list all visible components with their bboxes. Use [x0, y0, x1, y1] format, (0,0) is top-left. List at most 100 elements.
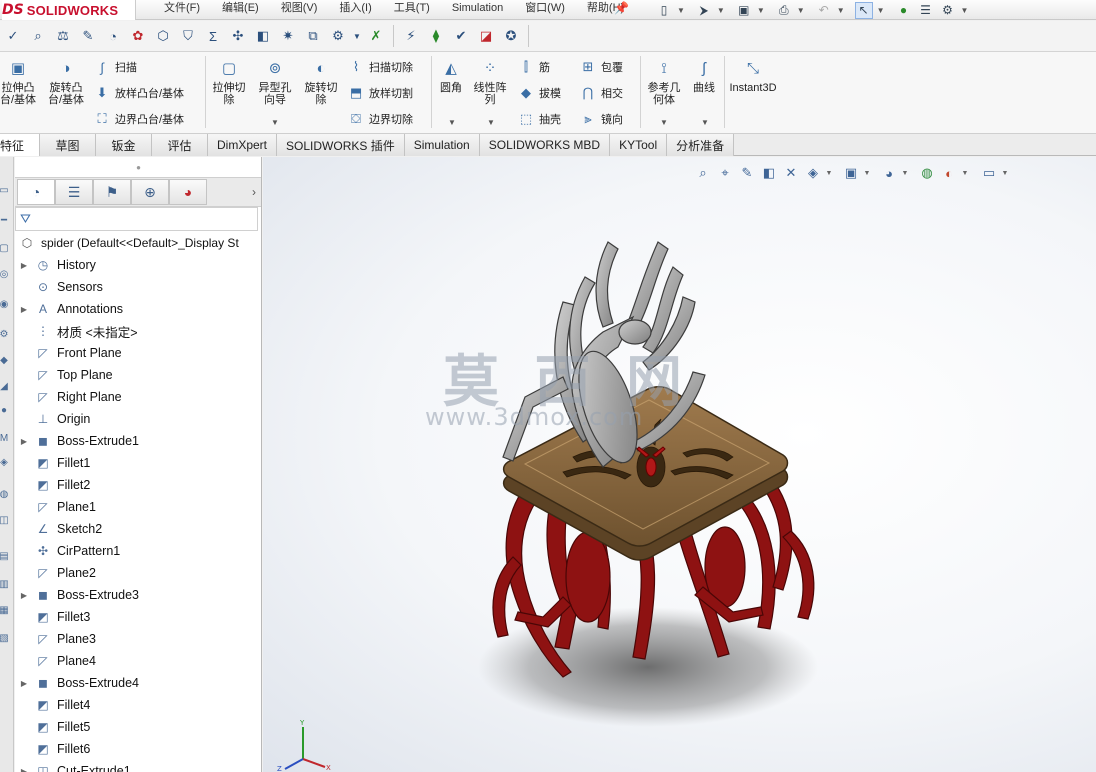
expand-arrow-icon[interactable]: ▶: [15, 437, 33, 446]
hole-wizard-dropdown-icon[interactable]: ▼: [271, 118, 279, 127]
reference-geometry-dropdown-icon[interactable]: ▼: [660, 118, 668, 127]
strip-icon[interactable]: ◈: [0, 455, 11, 469]
toolbar-dropdown-icon[interactable]: ▼: [352, 25, 362, 47]
app-logo[interactable]: DS SOLIDWORKS: [2, 0, 136, 20]
view-orientation-dropdown-icon[interactable]: ▼: [825, 163, 833, 183]
hole-wizard-button[interactable]: ⊚ 异型孔向导: [254, 58, 296, 106]
mass-properties-icon[interactable]: ⚖: [52, 25, 74, 47]
tree-item[interactable]: ◸ Right Plane: [15, 386, 261, 408]
fillet-button[interactable]: ◭ 圆角: [436, 58, 466, 94]
linear-pattern-dropdown-icon[interactable]: ▼: [487, 118, 495, 127]
apply-scene-dropdown-icon[interactable]: ▼: [961, 163, 969, 183]
wrap-button[interactable]: ⊞ 包覆: [578, 56, 623, 78]
new-icon[interactable]: ▯: [655, 2, 673, 19]
extrude-boss-button[interactable]: ▣ 拉伸凸台/基体: [0, 58, 38, 106]
print-icon[interactable]: ⎙: [775, 2, 793, 19]
tree-item[interactable]: ▶ ◼ Boss-Extrude4: [15, 672, 261, 694]
configuration-manager-tab-icon[interactable]: ⚑: [93, 179, 131, 205]
tab-dimxpert[interactable]: DimXpert: [208, 134, 278, 156]
sweep-button[interactable]: ∫ 扫描: [92, 56, 137, 78]
tree-item[interactable]: ◸ Top Plane: [15, 364, 261, 386]
tree-root-part[interactable]: ⬡ spider (Default<<Default>_Display St: [15, 232, 261, 254]
strip-icon[interactable]: ●: [0, 403, 11, 417]
tree-item[interactable]: ▶ ◼ Boss-Extrude3: [15, 584, 261, 606]
print-dropdown-icon[interactable]: ▼: [797, 6, 805, 15]
spell-check-icon[interactable]: ✓: [2, 25, 24, 47]
menu-insert[interactable]: 插入(I): [325, 0, 379, 20]
instant3d-button[interactable]: ⤡ Instant3D: [726, 58, 780, 94]
select-icon[interactable]: ↖: [854, 1, 873, 19]
strip-icon[interactable]: ▥: [0, 577, 11, 591]
boundary-boss-button[interactable]: ⛶ 边界凸台/基体: [92, 108, 184, 130]
options-icon[interactable]: ⚙: [939, 2, 957, 19]
tree-item[interactable]: ✣ CirPattern1: [15, 540, 261, 562]
spider-table-model[interactable]: [263, 157, 1096, 772]
tree-item[interactable]: ⋮ 材质 <未指定>: [15, 320, 261, 342]
options-dropdown-icon[interactable]: ▼: [961, 6, 969, 15]
tree-item[interactable]: ◩ Fillet4: [15, 694, 261, 716]
zoom-area-icon[interactable]: ⌕: [27, 25, 49, 47]
previous-view-icon[interactable]: ✎: [737, 163, 757, 183]
tree-item[interactable]: ▶ A Annotations: [15, 298, 261, 320]
strip-icon[interactable]: ◍: [0, 487, 11, 501]
hide-show-items-icon[interactable]: ◕: [879, 163, 899, 183]
routing-icon[interactable]: ⚡: [400, 25, 422, 47]
undo-icon[interactable]: ↶: [815, 2, 833, 19]
save-dropdown-icon[interactable]: ▼: [757, 6, 765, 15]
tree-item[interactable]: ▶ ◼ Boss-Extrude1: [15, 430, 261, 452]
tree-item[interactable]: ∠ Sketch2: [15, 518, 261, 540]
new-dropdown-icon[interactable]: ▼: [677, 6, 685, 15]
display-manager-tab-icon[interactable]: ◕: [169, 179, 207, 205]
tab-solidworks-addins[interactable]: SOLIDWORKS 插件: [277, 134, 405, 156]
tab-simulation[interactable]: Simulation: [404, 134, 480, 156]
open-icon[interactable]: ⮞: [695, 2, 713, 19]
tree-item[interactable]: ◩ Fillet2: [15, 474, 261, 496]
more-tabs-icon[interactable]: ›: [252, 185, 256, 199]
view-orientation-icon[interactable]: ◈: [803, 163, 823, 183]
menu-window[interactable]: 窗口(W): [511, 0, 573, 20]
property-manager-tab-icon[interactable]: ☰: [55, 179, 93, 205]
apply-scene-icon[interactable]: ◐: [939, 163, 959, 183]
loft-cut-button[interactable]: ⬒ 放样切割: [346, 82, 413, 104]
tree-item[interactable]: ◸ Plane2: [15, 562, 261, 584]
addin-icon[interactable]: ◪: [475, 25, 497, 47]
tree-filter[interactable]: ⛛: [15, 207, 258, 231]
toolbox-icon[interactable]: ✪: [500, 25, 522, 47]
measure-icon[interactable]: ◔: [102, 25, 124, 47]
strip-icon[interactable]: ▢: [0, 241, 11, 255]
tree-item[interactable]: ◸ Front Plane: [15, 342, 261, 364]
expand-arrow-icon[interactable]: ▶: [15, 679, 33, 688]
tree-item[interactable]: ◩ Fillet3: [15, 606, 261, 628]
curves-button[interactable]: ʃ 曲线: [689, 58, 719, 94]
intersect-button[interactable]: ⋂ 相交: [578, 82, 623, 104]
zoom-to-fit-icon[interactable]: ⌕: [693, 163, 713, 183]
flow-icon[interactable]: ⧫: [425, 25, 447, 47]
display-style-dropdown-icon[interactable]: ▼: [863, 163, 871, 183]
expand-arrow-icon[interactable]: ▶: [15, 261, 33, 270]
menu-file[interactable]: 文件(F): [150, 0, 208, 20]
curves-dropdown-icon[interactable]: ▼: [701, 118, 709, 127]
check-icon[interactable]: ⬡: [152, 25, 174, 47]
revolve-cut-button[interactable]: ◐ 旋转切除: [302, 58, 340, 106]
menu-view[interactable]: 视图(V): [267, 0, 326, 20]
tab-sketch[interactable]: 草图: [40, 134, 96, 156]
tree-item[interactable]: ◩ Fillet5: [15, 716, 261, 738]
filter-icon[interactable]: ⛛: [20, 211, 31, 227]
move-icon[interactable]: ✣: [227, 25, 249, 47]
tab-features[interactable]: 特征: [0, 134, 40, 156]
menu-simulation[interactable]: Simulation: [438, 0, 511, 20]
dimxpert-manager-tab-icon[interactable]: ⊕: [131, 179, 169, 205]
tree-item[interactable]: ⊙ Sensors: [15, 276, 261, 298]
tab-sheet-metal[interactable]: 钣金: [96, 134, 152, 156]
save-icon[interactable]: ▣: [735, 2, 753, 19]
strip-icon[interactable]: M: [0, 431, 11, 445]
rebuild-icon[interactable]: ●: [895, 2, 913, 19]
select-dropdown-icon[interactable]: ▼: [877, 6, 885, 15]
strip-icon[interactable]: ▤: [0, 549, 11, 563]
linear-pattern-button[interactable]: ⁘ 线性阵列: [472, 58, 508, 106]
tab-analysis-prep[interactable]: 分析准备: [667, 134, 735, 156]
menu-tools[interactable]: 工具(T): [380, 0, 438, 20]
expand-arrow-icon[interactable]: ▶: [15, 767, 33, 772]
dynamic-annotation-icon[interactable]: ✕: [781, 163, 801, 183]
undo-dropdown-icon[interactable]: ▼: [837, 6, 845, 15]
